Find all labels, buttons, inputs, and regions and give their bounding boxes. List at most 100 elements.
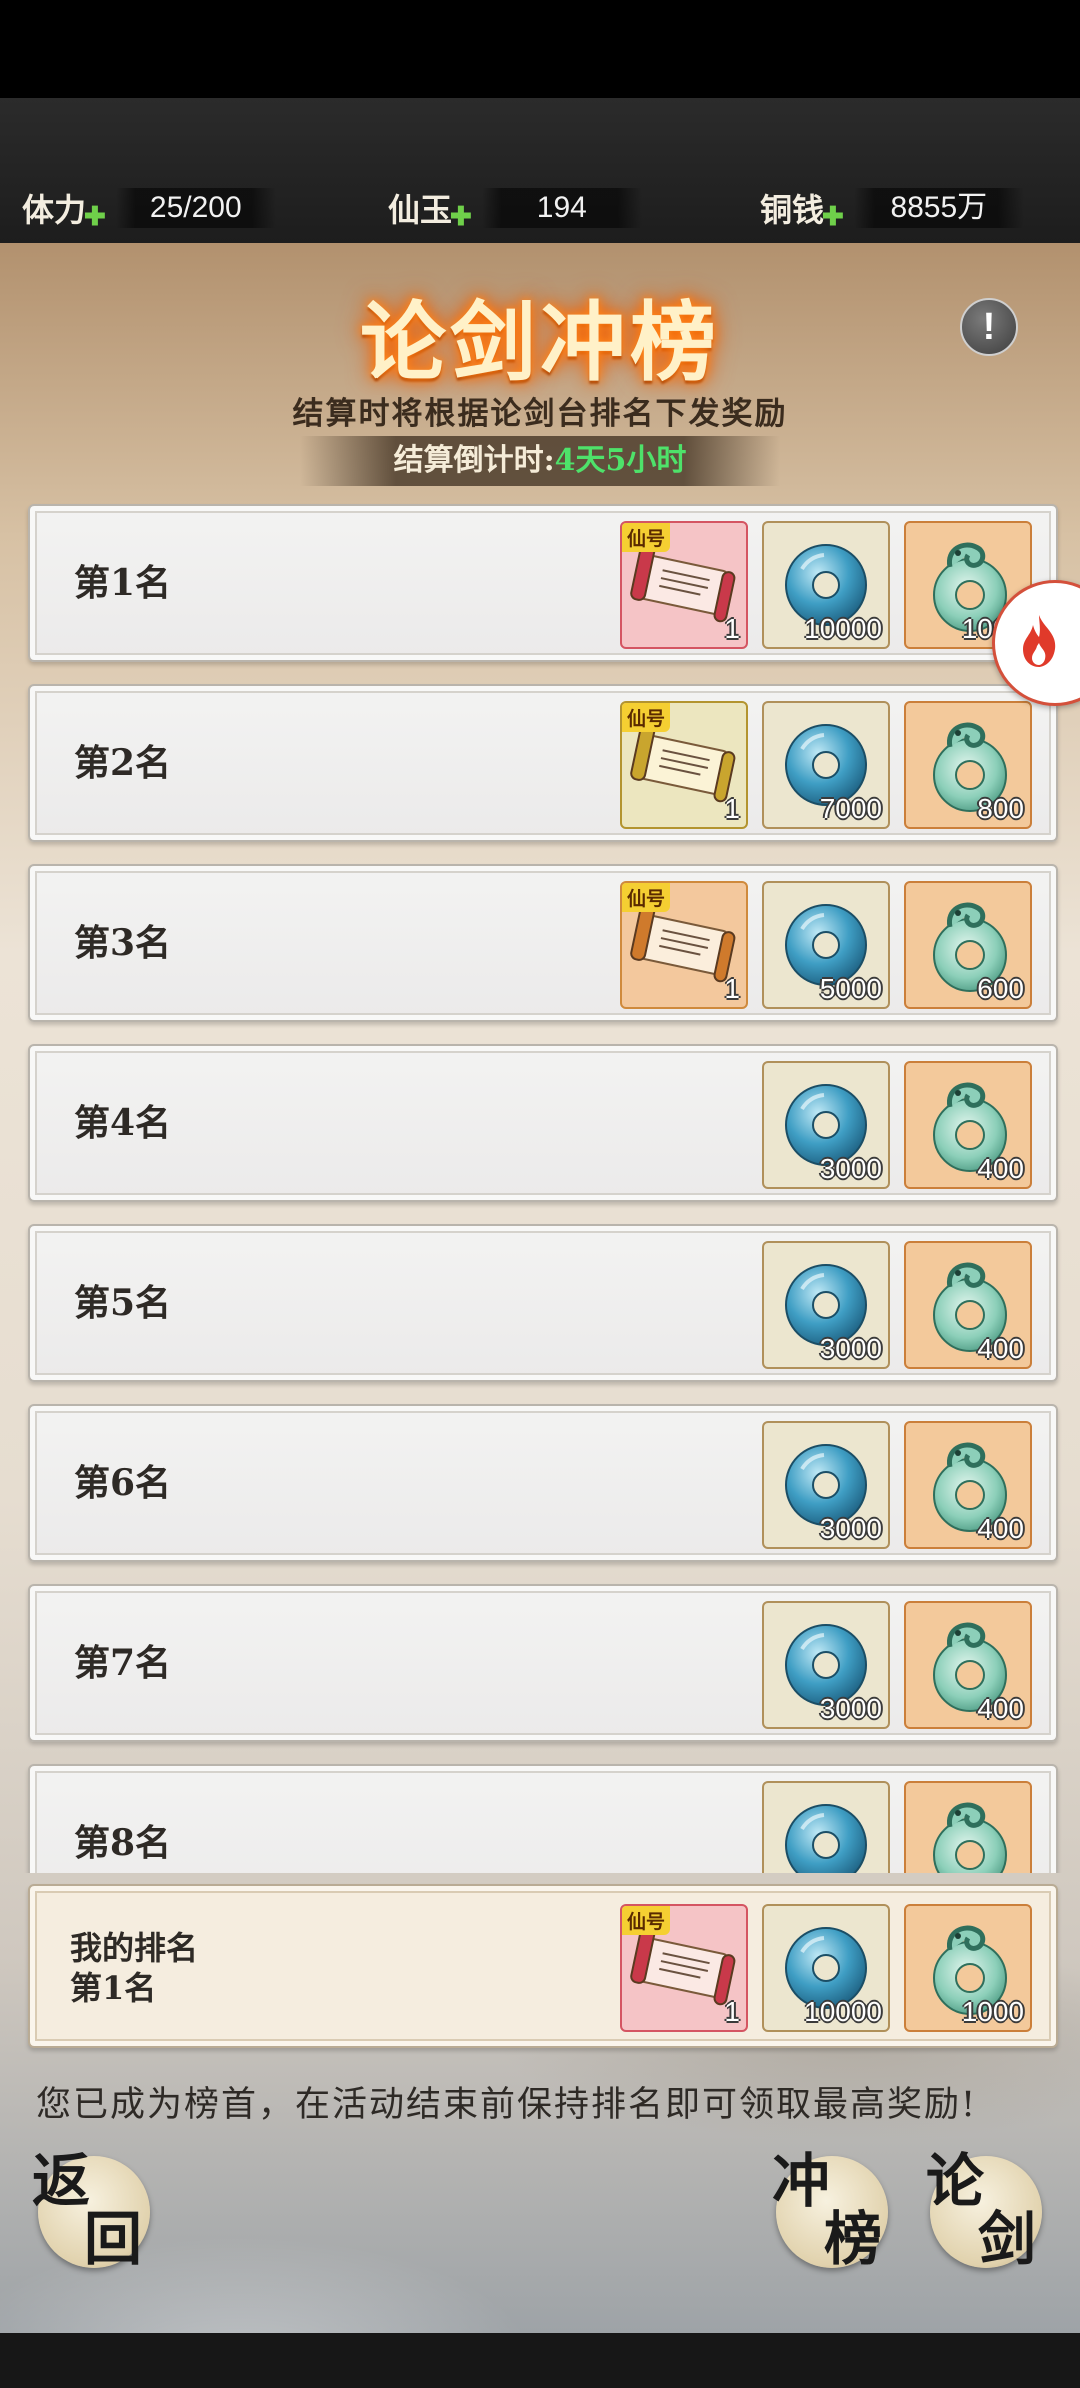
title-tag-label: 仙号: [622, 703, 671, 732]
rank-label: 第4名: [74, 1102, 172, 1144]
reward-quantity: 1: [724, 613, 740, 644]
rank-rewards: [762, 1781, 1032, 1873]
reward-quantity: 800: [977, 793, 1024, 824]
reward-quantity: 400: [977, 1693, 1024, 1724]
reward-quantity: 1: [724, 973, 740, 1004]
reward-quantity: 1: [724, 1996, 740, 2027]
reward-item[interactable]: 5000: [762, 881, 890, 1009]
jade-resource[interactable]: 仙玉 ✚ 194: [388, 186, 642, 232]
reward-item[interactable]: 仙号 1: [620, 701, 748, 829]
reward-quantity: 1: [724, 793, 740, 824]
rank-row: 第5名 3000 400: [28, 1224, 1058, 1382]
reward-quantity: 600: [977, 973, 1024, 1004]
rank-button-char-1: 冲: [772, 2147, 831, 2215]
rank-row: 第8名: [28, 1764, 1058, 1873]
jade-value: 194: [481, 188, 642, 228]
resource-bar: 体力 ✚ 25/200 仙玉 ✚ 194 铜钱 ✚ 8855万: [0, 98, 1080, 243]
reward-quantity: 3000: [819, 1333, 882, 1364]
reward-quantity: 3000: [819, 1153, 882, 1184]
reward-item[interactable]: 7000: [762, 701, 890, 829]
rank-rewards: 3000 400: [762, 1421, 1032, 1549]
reward-item[interactable]: 10000: [762, 1904, 890, 2032]
rank-rewards: 3000 400: [762, 1241, 1032, 1369]
countdown-banner: 结算倒计时:4天5小时: [300, 436, 780, 486]
reward-quantity: 10000: [804, 613, 882, 644]
fire-icon: [1023, 615, 1056, 667]
jade-coin-icon: [785, 1804, 867, 1873]
back-button-char-1: 返: [32, 2147, 91, 2215]
duel-button[interactable]: 论 剑: [926, 2147, 1042, 2273]
rank-rewards: 仙号 1 5000 600: [620, 881, 1032, 1009]
rank-rewards: 3000 400: [762, 1601, 1032, 1729]
reward-item[interactable]: 3000: [762, 1421, 890, 1549]
stamina-label: 体力: [22, 191, 87, 229]
rank-button-char-2: 榜: [824, 2205, 883, 2273]
reward-quantity: 10000: [804, 1996, 882, 2027]
reward-quantity: 400: [977, 1513, 1024, 1544]
reward-quantity: 1000: [961, 1996, 1024, 2027]
reward-item[interactable]: 3000: [762, 1061, 890, 1189]
title-tag-label: 仙号: [622, 1906, 671, 1935]
rank-row: 第4名 3000 400: [28, 1044, 1058, 1202]
reward-item[interactable]: 仙号 1: [620, 1904, 748, 2032]
add-stamina-icon[interactable]: ✚: [84, 202, 106, 232]
my-rank-label: 我的排名 第1名: [70, 1928, 198, 2008]
my-rank-row: 我的排名 第1名 仙号 1 10000 1000: [28, 1884, 1058, 2048]
rank-row: 第1名仙号1100001000: [28, 504, 1058, 662]
stamina-value: 25/200: [115, 188, 276, 228]
title-tag-label: 仙号: [622, 523, 671, 552]
reward-item[interactable]: [762, 1781, 890, 1873]
reward-quantity: 400: [977, 1333, 1024, 1364]
add-jade-icon[interactable]: ✚: [450, 202, 472, 232]
reward-item[interactable]: 400: [904, 1421, 1032, 1549]
my-rank-rewards: 仙号 1 10000 1000: [620, 1904, 1032, 2032]
rank-rewards: 仙号 1 7000 800: [620, 701, 1032, 829]
my-rank-value: 第1名: [70, 1969, 157, 2007]
rank-reward-list[interactable]: 第1名仙号1100001000第2名仙号17000800第3名仙号1500060…: [0, 500, 1080, 1873]
status-bar: [0, 0, 1080, 98]
stamina-resource[interactable]: 体力 ✚ 25/200: [22, 186, 276, 232]
reward-item[interactable]: 仙号 1: [620, 521, 748, 649]
rank-row: 第2名 仙号 1 7000 800: [28, 684, 1058, 842]
reward-item[interactable]: 3000: [762, 1241, 890, 1369]
page-title: 论剑冲榜: [360, 292, 720, 393]
page-subtitle: 结算时将根据论剑台排名下发奖励: [292, 396, 788, 432]
reward-quantity: 3000: [819, 1513, 882, 1544]
reward-item[interactable]: 400: [904, 1241, 1032, 1369]
rank-row: 第7名 3000 400: [28, 1584, 1058, 1742]
reward-item[interactable]: 800: [904, 701, 1032, 829]
my-rank-title: 我的排名: [70, 1929, 199, 1967]
duel-button-char-2: 剑: [978, 2205, 1037, 2273]
copper-label: 铜钱: [760, 191, 825, 229]
info-icon[interactable]: !: [960, 298, 1018, 356]
rank-label: 第5名: [74, 1282, 172, 1324]
title-tag-label: 仙号: [622, 883, 671, 912]
rank-rewards: 仙号1100001000: [620, 521, 1032, 649]
rank-rewards: 3000 400: [762, 1061, 1032, 1189]
reward-item[interactable]: 10000: [762, 521, 890, 649]
countdown-value: 4天5小时: [554, 443, 687, 478]
rank-label: 第1名: [74, 562, 172, 604]
reward-quantity: 3000: [819, 1693, 882, 1724]
rank-label: 第3名: [74, 922, 172, 964]
reward-quantity: 5000: [819, 973, 882, 1004]
rank-label: 第6名: [74, 1462, 172, 1504]
add-copper-icon[interactable]: ✚: [822, 202, 844, 232]
rank-row: 第3名 仙号 1 5000 600: [28, 864, 1058, 1022]
reward-quantity: 7000: [819, 793, 882, 824]
back-button[interactable]: 返 回: [32, 2147, 150, 2273]
navigation-bar: [0, 2333, 1080, 2388]
rank-row: 第6名 3000 400: [28, 1404, 1058, 1562]
reward-item[interactable]: 400: [904, 1061, 1032, 1189]
reward-item[interactable]: 3000: [762, 1601, 890, 1729]
duel-button-char-1: 论: [926, 2147, 985, 2215]
copper-resource[interactable]: 铜钱 ✚ 8855万: [760, 186, 1024, 232]
reward-item[interactable]: 400: [904, 1601, 1032, 1729]
reward-item[interactable]: 1000: [904, 1904, 1032, 2032]
countdown-label: 结算倒计时:: [393, 443, 555, 478]
reward-item[interactable]: 600: [904, 881, 1032, 1009]
reward-item[interactable]: 仙号 1: [620, 881, 748, 1009]
rank-label: 第8名: [74, 1822, 172, 1864]
reward-item[interactable]: [904, 1781, 1032, 1873]
rank-rush-button[interactable]: 冲 榜: [772, 2147, 888, 2273]
